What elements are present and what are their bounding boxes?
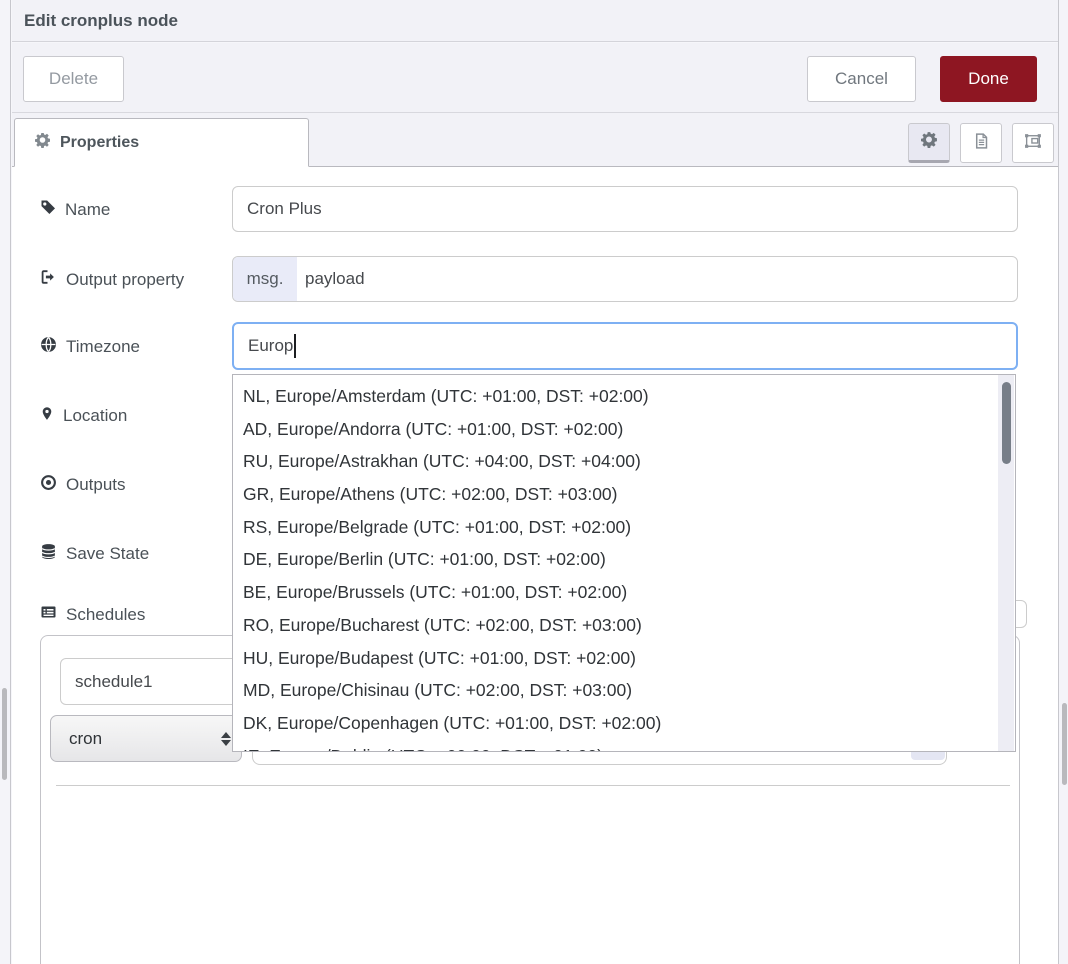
timezone-option[interactable]: HU, Europe/Budapest (UTC: +01:00, DST: +…: [233, 642, 1015, 675]
timezone-option[interactable]: AD, Europe/Andorra (UTC: +01:00, DST: +0…: [233, 413, 1015, 446]
save-state-label: Save State: [40, 543, 149, 565]
timezone-option[interactable]: NL, Europe/Amsterdam (UTC: +01:00, DST: …: [233, 380, 1015, 413]
timezone-option[interactable]: RO, Europe/Bucharest (UTC: +02:00, DST: …: [233, 609, 1015, 642]
schedules-label: Schedules: [40, 604, 145, 625]
dropdown-scrollbar-thumb[interactable]: [1002, 382, 1011, 464]
timezone-option[interactable]: DE, Europe/Berlin (UTC: +01:00, DST: +02…: [233, 543, 1015, 576]
left-scrollbar-thumb[interactable]: [2, 688, 7, 780]
sign-out-icon: [40, 269, 57, 290]
text-cursor: [294, 334, 296, 358]
timezone-option[interactable]: DK, Europe/Copenhagen (UTC: +01:00, DST:…: [233, 707, 1015, 740]
map-marker-icon: [40, 405, 54, 427]
gear-icon: [35, 132, 51, 153]
right-page-gutter: [1058, 0, 1068, 964]
left-page-gutter: [0, 0, 11, 964]
name-label: Name: [40, 199, 110, 220]
tab-properties[interactable]: Properties: [14, 118, 309, 167]
msg-prefix[interactable]: msg.: [233, 257, 297, 301]
list-icon: [40, 604, 57, 625]
appearance-view-button[interactable]: [1012, 123, 1054, 163]
timezone-option[interactable]: IE, Europe/Dublin (UTC: +00:00, DST: +01…: [233, 740, 1015, 752]
edit-cronplus-dialog: Edit cronplus node Delete Cancel Done Pr…: [0, 0, 1068, 964]
timezone-option[interactable]: RS, Europe/Belgrade (UTC: +01:00, DST: +…: [233, 511, 1015, 544]
timezone-option[interactable]: MD, Europe/Chisinau (UTC: +02:00, DST: +…: [233, 674, 1015, 707]
document-icon: [973, 132, 990, 155]
timezone-label: Timezone: [40, 336, 140, 358]
description-view-button[interactable]: [960, 123, 1002, 163]
timezone-option[interactable]: RU, Europe/Astrakhan (UTC: +04:00, DST: …: [233, 445, 1015, 478]
schedule-type-select[interactable]: cron: [50, 715, 242, 762]
appearance-icon: [1024, 132, 1043, 155]
output-property-input[interactable]: msg. payload: [232, 256, 1018, 302]
dialog-title: Edit cronplus node: [24, 11, 178, 31]
delete-button[interactable]: Delete: [23, 56, 124, 102]
outputs-label: Outputs: [40, 474, 126, 496]
gear-icon: [921, 131, 938, 153]
right-scrollbar-thumb[interactable]: [1062, 703, 1067, 785]
tag-icon: [40, 199, 56, 220]
tab-bar: Properties: [12, 113, 1058, 167]
name-input[interactable]: Cron Plus: [232, 186, 1018, 232]
dot-circle-icon: [40, 474, 57, 496]
globe-icon: [40, 336, 57, 358]
timezone-option[interactable]: BE, Europe/Brussels (UTC: +01:00, DST: +…: [233, 576, 1015, 609]
cancel-button[interactable]: Cancel: [807, 56, 916, 102]
database-icon: [40, 543, 57, 565]
output-property-label: Output property: [40, 269, 184, 290]
select-stepper-icon: [221, 732, 231, 746]
properties-view-button[interactable]: [908, 123, 950, 163]
tab-properties-label: Properties: [60, 134, 139, 152]
timezone-input[interactable]: Europ: [232, 322, 1018, 370]
dialog-button-bar: Delete Cancel Done: [12, 43, 1058, 113]
timezone-dropdown: NL, Europe/Amsterdam (UTC: +01:00, DST: …: [232, 374, 1016, 752]
done-button[interactable]: Done: [940, 56, 1037, 102]
schedule-divider: [56, 785, 1010, 786]
dialog-header: Edit cronplus node: [12, 0, 1058, 42]
location-label: Location: [40, 405, 127, 427]
timezone-option[interactable]: GR, Europe/Athens (UTC: +02:00, DST: +03…: [233, 478, 1015, 511]
